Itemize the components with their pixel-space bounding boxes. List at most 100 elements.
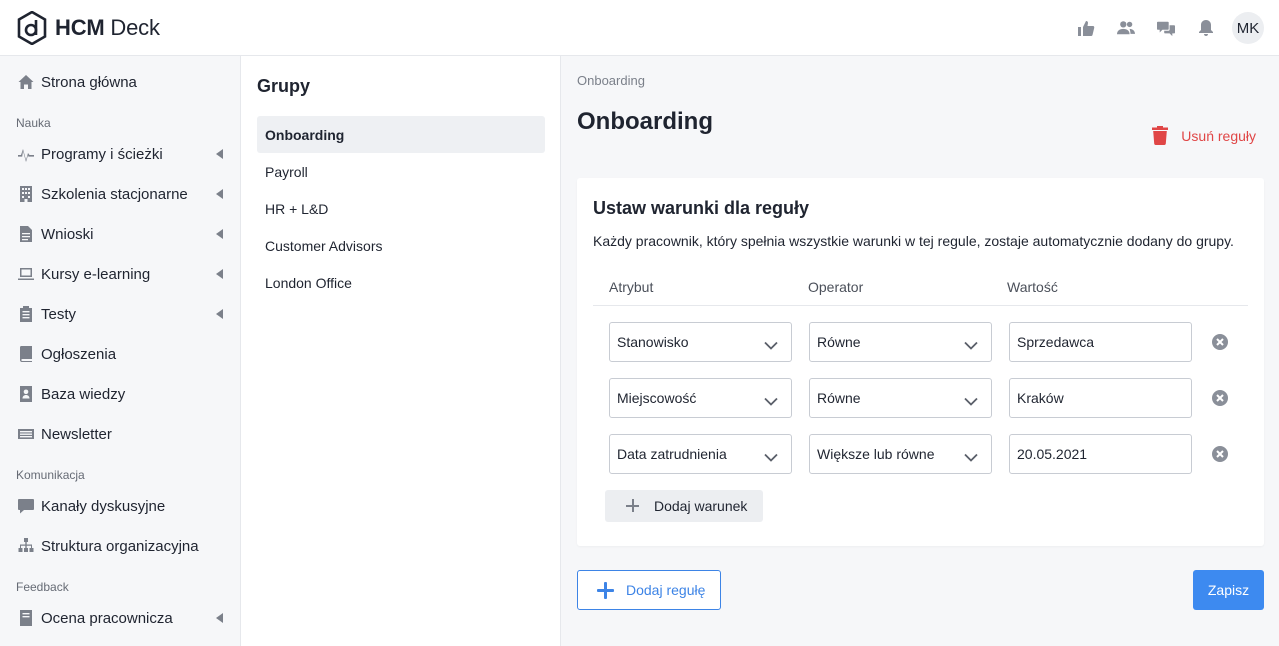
sidebar: Strona główna Nauka Programy i ścieżki S…: [0, 56, 241, 646]
operator-select[interactable]: Równe: [809, 378, 992, 418]
sidebar-item-label: Szkolenia stacjonarne: [41, 185, 188, 203]
sidebar-section-feedback: Feedback: [16, 580, 69, 594]
sidebar-item-label: Baza wiedzy: [41, 385, 126, 403]
attribute-select-value: Miejscowość: [617, 390, 697, 406]
sidebar-item-elearning[interactable]: Kursy e-learning: [0, 254, 240, 294]
close-circle-icon: [1212, 446, 1228, 462]
chevron-left-icon: [216, 613, 223, 623]
operator-select-value: Większe lub równe: [817, 446, 935, 462]
chevron-down-icon: [764, 393, 778, 406]
value-input-text: Kraków: [1017, 390, 1064, 406]
sidebar-item-requests[interactable]: Wnioski: [0, 214, 240, 254]
sidebar-section-nauka: Nauka: [16, 116, 51, 130]
chevron-left-icon: [216, 309, 223, 319]
chevron-left-icon: [216, 149, 223, 159]
group-item-payroll[interactable]: Payroll: [257, 153, 545, 190]
sidebar-item-label: Struktura organizacyjna: [41, 537, 199, 555]
remove-condition-button[interactable]: [1211, 445, 1229, 463]
add-rule-label: Dodaj regułę: [626, 582, 706, 598]
sidebar-item-tests[interactable]: Testy: [0, 294, 240, 334]
logo[interactable]: HCM Deck: [17, 10, 160, 45]
close-circle-icon: [1212, 334, 1228, 350]
thumbs-up-icon[interactable]: [1066, 0, 1106, 56]
group-item-london-office[interactable]: London Office: [257, 264, 545, 301]
sidebar-item-newsletter[interactable]: Newsletter: [0, 414, 240, 454]
sidebar-item-label: Programy i ścieżki: [41, 145, 163, 163]
users-icon[interactable]: [1106, 0, 1146, 56]
main-content: Onboarding Onboarding Usuń reguły Ustaw …: [561, 56, 1279, 646]
logo-icon: [17, 10, 47, 45]
book-icon: [17, 346, 34, 363]
badge-icon: [17, 610, 34, 627]
divider: [593, 305, 1248, 306]
save-button[interactable]: Zapisz: [1193, 570, 1264, 610]
value-input[interactable]: Sprzedawca: [1009, 322, 1192, 362]
chat-icon[interactable]: [1146, 0, 1186, 56]
operator-select-value: Równe: [817, 390, 861, 406]
avatar[interactable]: MK: [1232, 12, 1264, 44]
sidebar-section-komunikacja: Komunikacja: [16, 468, 85, 482]
sidebar-item-label: Kursy e-learning: [41, 265, 151, 283]
value-input-text: Sprzedawca: [1017, 334, 1095, 350]
group-item-customer-advisors[interactable]: Customer Advisors: [257, 227, 545, 264]
sidebar-item-programs[interactable]: Programy i ścieżki: [0, 134, 240, 174]
rule-conditions-card: Ustaw warunki dla reguły Każdy pracownik…: [577, 178, 1264, 546]
sitemap-icon: [17, 538, 34, 555]
sidebar-item-org-structure[interactable]: Struktura organizacyjna: [0, 526, 240, 566]
attribute-select[interactable]: Miejscowość: [609, 378, 792, 418]
sidebar-item-announcements[interactable]: Ogłoszenia: [0, 334, 240, 374]
column-header-attribute: Atrybut: [609, 279, 654, 295]
home-icon: [17, 74, 34, 91]
plus-icon: [626, 499, 639, 512]
attribute-select[interactable]: Data zatrudnienia: [609, 434, 792, 474]
building-icon: [17, 186, 34, 203]
delete-rules-button[interactable]: Usuń reguły: [1152, 126, 1256, 145]
sidebar-item-label: Ocena pracownicza: [41, 609, 173, 627]
add-rule-button[interactable]: Dodaj regułę: [577, 570, 721, 610]
remove-condition-button[interactable]: [1211, 333, 1229, 351]
add-condition-button[interactable]: Dodaj warunek: [605, 490, 763, 522]
bell-icon[interactable]: [1186, 0, 1226, 56]
clipboard-icon: [17, 306, 34, 323]
sidebar-item-evaluation[interactable]: Ocena pracownicza: [0, 598, 240, 638]
group-item-hr-ld[interactable]: HR + L&D: [257, 190, 545, 227]
chevron-down-icon: [964, 449, 978, 462]
sidebar-item-label: Strona główna: [41, 73, 137, 91]
top-bar: HCM Deck MK: [0, 0, 1279, 56]
close-circle-icon: [1212, 390, 1228, 406]
operator-select-value: Równe: [817, 334, 861, 350]
chevron-down-icon: [764, 449, 778, 462]
address-book-icon: [17, 386, 34, 403]
column-header-value: Wartość: [1007, 279, 1058, 295]
sidebar-item-home[interactable]: Strona główna: [0, 62, 240, 102]
pulse-icon: [17, 146, 34, 163]
value-input[interactable]: 20.05.2021: [1009, 434, 1192, 474]
column-header-operator: Operator: [808, 279, 864, 295]
sidebar-item-channels[interactable]: Kanały dyskusyjne: [0, 486, 240, 526]
remove-condition-button[interactable]: [1211, 389, 1229, 407]
delete-rules-label: Usuń reguły: [1181, 127, 1256, 144]
app-name: HCM Deck: [55, 14, 160, 40]
sidebar-item-trainings[interactable]: Szkolenia stacjonarne: [0, 174, 240, 214]
chevron-left-icon: [216, 269, 223, 279]
groups-panel: Grupy Onboarding Payroll HR + L&D Custom…: [241, 56, 561, 646]
chevron-down-icon: [964, 393, 978, 406]
group-item-onboarding[interactable]: Onboarding: [257, 116, 545, 153]
value-input[interactable]: Kraków: [1009, 378, 1192, 418]
document-icon: [17, 226, 34, 243]
card-title: Ustaw warunki dla reguły: [593, 198, 810, 218]
attribute-select-value: Stanowisko: [617, 334, 689, 350]
laptop-icon: [17, 266, 34, 283]
chevron-down-icon: [964, 337, 978, 350]
breadcrumb[interactable]: Onboarding: [577, 73, 645, 88]
sidebar-item-knowledge-base[interactable]: Baza wiedzy: [0, 374, 240, 414]
value-input-text: 20.05.2021: [1017, 446, 1088, 462]
comment-icon: [17, 498, 34, 515]
sidebar-item-label: Ogłoszenia: [41, 345, 117, 363]
chevron-left-icon: [216, 229, 223, 239]
trash-icon: [1152, 126, 1169, 145]
attribute-select[interactable]: Stanowisko: [609, 322, 792, 362]
card-description: Każdy pracownik, który spełnia wszystkie…: [593, 233, 1234, 249]
operator-select[interactable]: Równe: [809, 322, 992, 362]
operator-select[interactable]: Większe lub równe: [809, 434, 992, 474]
